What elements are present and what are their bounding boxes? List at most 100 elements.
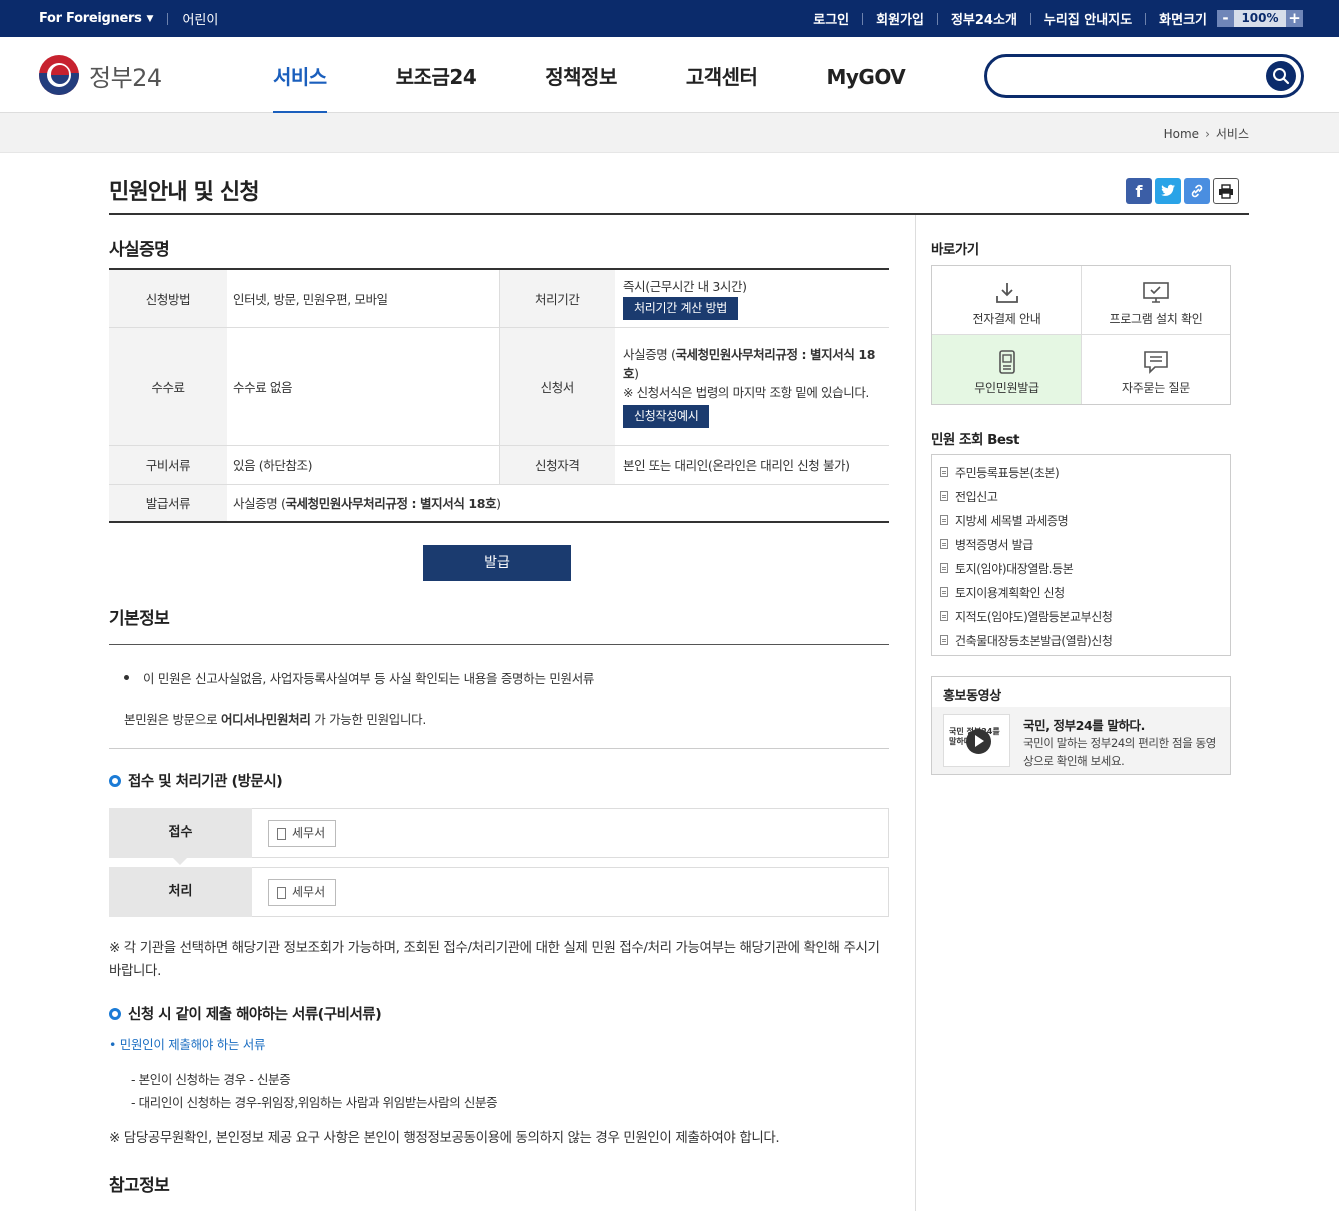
table-row: 수수료 수수료 없음 신청서 사실증명 (국세청민원사무처리규정 : 별지서식 … xyxy=(109,327,889,446)
divider xyxy=(862,12,864,25)
kids-link[interactable]: 어린이 xyxy=(182,9,218,28)
agency-label: 처리 xyxy=(109,867,252,917)
list-item[interactable]: 토지(임야)대장열람.등본 xyxy=(932,556,1230,580)
bullet-icon xyxy=(124,675,129,680)
fee-value: 수수료 없음 xyxy=(227,327,499,446)
list-item[interactable]: 병적증명서 발급 xyxy=(932,532,1230,556)
quick-link-kiosk[interactable]: 무인민원발급 xyxy=(932,335,1082,404)
nav-subsidy24[interactable]: 보조금24 xyxy=(396,37,477,113)
divider xyxy=(109,644,889,645)
method-value: 인터넷, 방문, 민원우편, 모바일 xyxy=(227,269,499,328)
chevron-down-icon[interactable]: ▼ xyxy=(147,14,154,24)
share-buttons: f xyxy=(1126,178,1239,204)
agency-row-receive: 접수 세무서 xyxy=(109,808,889,865)
video-thumbnail[interactable]: 국민 정부24를 말하다 xyxy=(943,714,1010,767)
zoom-in-button[interactable]: + xyxy=(1286,10,1303,27)
method-label: 신청방법 xyxy=(109,269,227,328)
table-row: 발급서류 사실증명 (국세청민원사무처리규정 : 별지서식 18호) xyxy=(109,484,889,523)
issue-doc-label: 발급서류 xyxy=(109,484,227,523)
search-box xyxy=(984,54,1304,98)
list-item[interactable]: 토지이용계획확인 신청 xyxy=(932,580,1230,604)
list-item[interactable]: 주민등록표등본(초본) xyxy=(932,460,1230,484)
link-copy-icon[interactable] xyxy=(1184,178,1210,204)
agency-office-button[interactable]: 세무서 xyxy=(268,879,337,906)
document-icon xyxy=(940,587,948,597)
column-divider xyxy=(915,215,916,1211)
logo-text: 정부24 xyxy=(89,63,162,92)
period-calc-button[interactable]: 처리기간 계산 방법 xyxy=(623,297,738,321)
divider xyxy=(936,12,938,25)
promo-title: 국민, 정부24를 말하다. xyxy=(1023,718,1145,733)
screen-size-label: 화면크기 xyxy=(1159,13,1207,28)
about-link[interactable]: 정부24소개 xyxy=(951,9,1017,28)
applicant-docs-link[interactable]: • 민원인이 제출해야 하는 서류 xyxy=(109,1034,265,1053)
promo-video-box: 홍보동영상 국민 정부24를 말하다 국민, 정부24를 말하다. 국민이 말하… xyxy=(931,676,1231,775)
building-icon xyxy=(277,827,286,840)
nav-mygov[interactable]: MyGOV xyxy=(826,37,905,113)
quick-link-program-check[interactable]: 프로그램 설치 확인 xyxy=(1082,266,1230,335)
agency-office-button[interactable]: 세무서 xyxy=(268,820,337,847)
required-docs-list: - 본인이 신청하는 경우 - 신분증 - 대리인이 신청하는 경우-위임장,위… xyxy=(131,1068,498,1114)
section-heading-fact-certificate: 사실증명 xyxy=(109,240,170,260)
facebook-icon[interactable]: f xyxy=(1126,178,1152,204)
list-item[interactable]: 건축물대장등초본발급(열람)신청 xyxy=(932,628,1230,652)
kiosk-icon xyxy=(998,350,1015,374)
list-item: - 대리인이 신청하는 경우-위임장,위임하는 사람과 위임받는사람의 신분증 xyxy=(131,1095,498,1110)
divider xyxy=(167,12,169,25)
issue-button[interactable]: 발급 xyxy=(423,545,571,581)
quick-link-faq[interactable]: 자주묻는 질문 xyxy=(1082,335,1230,404)
document-icon xyxy=(940,467,948,477)
nav-services[interactable]: 서비스 xyxy=(273,37,327,115)
circle-bullet-icon xyxy=(109,774,121,787)
top-utility-bar: For Foreigners ▼ 어린이 로그인 회원가입 정부24소개 누리집… xyxy=(0,0,1339,37)
quick-links: 전자결제 안내 프로그램 설치 확인 무인민원발급 자주묻는 질문 xyxy=(931,265,1231,405)
search-input[interactable] xyxy=(999,62,1259,90)
for-foreigners-link[interactable]: For Foreigners xyxy=(39,11,142,26)
breadcrumb-home[interactable]: Home xyxy=(1164,127,1199,141)
section-heading-reference: 참고정보 xyxy=(109,1176,170,1196)
main-nav: 서비스 보조금24 정책정보 고객센터 MyGOV xyxy=(273,37,974,115)
search-icon xyxy=(1273,68,1290,85)
zoom-out-button[interactable]: - xyxy=(1217,10,1234,27)
period-label: 처리기간 xyxy=(498,269,615,328)
list-item[interactable]: 지적도(임야도)열람등본교부신청 xyxy=(932,604,1230,628)
agency-row-process: 처리 세무서 xyxy=(109,867,889,917)
list-item[interactable]: 지방세 세목별 과세증명 xyxy=(932,508,1230,532)
nav-policy[interactable]: 정책정보 xyxy=(545,37,617,113)
promo-description: 국민이 말하는 정부24의 편리한 점을 동영상으로 확인해 보세요. xyxy=(1023,736,1216,768)
section-heading-basic-info: 기본정보 xyxy=(109,609,170,629)
zoom-control: - 100% + xyxy=(1217,10,1303,27)
divider xyxy=(109,748,889,749)
docs-label: 구비서류 xyxy=(109,445,227,485)
required-docs-note: ※ 담당공무원확인, 본인정보 제공 요구 사항은 본인이 행정정보공동이용에 … xyxy=(109,1130,780,1146)
document-icon xyxy=(940,563,948,573)
promo-body[interactable]: 국민 정부24를 말하다 국민, 정부24를 말하다. 국민이 말하는 정부24… xyxy=(932,707,1230,774)
fee-label: 수수료 xyxy=(109,327,227,446)
zoom-value: 100% xyxy=(1234,10,1286,27)
form-example-button[interactable]: 신청작성예시 xyxy=(623,404,710,428)
quick-link-payment[interactable]: 전자결제 안내 xyxy=(932,266,1082,335)
table-row: 신청방법 인터넷, 방문, 민원우편, 모바일 처리기간 즉시(근무시간 내 3… xyxy=(109,269,889,328)
page-title: 민원안내 및 신청 xyxy=(109,180,260,205)
login-link[interactable]: 로그인 xyxy=(813,9,849,28)
nav-customer-center[interactable]: 고객센터 xyxy=(686,37,758,113)
promo-heading: 홍보동영상 xyxy=(943,689,1001,704)
sitemap-link[interactable]: 누리집 안내지도 xyxy=(1044,9,1132,28)
print-icon[interactable] xyxy=(1213,178,1239,204)
title-divider xyxy=(109,213,1249,215)
site-logo[interactable]: 정부24 xyxy=(39,55,162,95)
chevron-right-icon: › xyxy=(1205,126,1210,141)
docs-value: 있음 (하단참조) xyxy=(227,445,499,485)
twitter-icon[interactable] xyxy=(1155,178,1181,204)
monitor-check-icon xyxy=(1143,282,1169,303)
play-icon[interactable] xyxy=(966,729,991,754)
qualification-label: 신청자격 xyxy=(498,445,615,485)
agency-note: ※ 각 기관을 선택하면 해당기관 정보조회가 가능하며, 조회된 접수/처리기… xyxy=(109,940,880,979)
signup-link[interactable]: 회원가입 xyxy=(876,9,924,28)
speech-bubble-icon xyxy=(1144,351,1168,374)
search-button[interactable] xyxy=(1266,61,1296,91)
best-list: 주민등록표등본(초본) 전입신고 지방세 세목별 과세증명 병적증명서 발급 토… xyxy=(931,454,1231,656)
list-item[interactable]: 전입신고 xyxy=(932,484,1230,508)
form-value: 사실증명 (국세청민원사무처리규정 : 별지서식 18호) xyxy=(623,346,876,381)
quick-links-heading: 바로가기 xyxy=(931,242,979,258)
